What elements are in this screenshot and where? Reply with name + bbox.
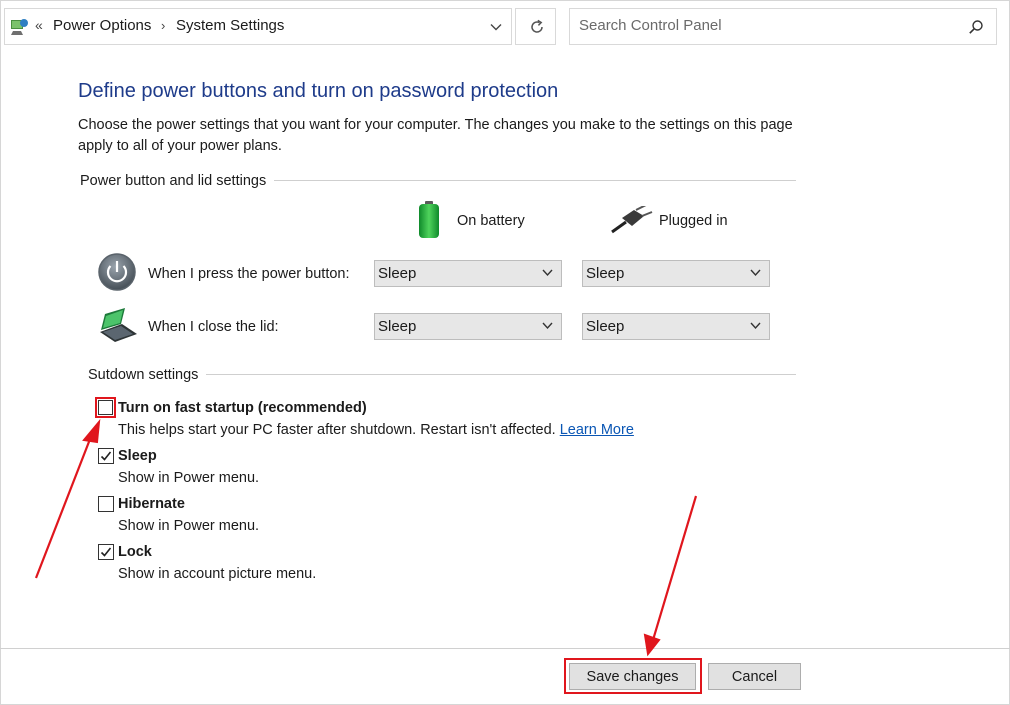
refresh-icon: [531, 19, 543, 33]
power-button-plugged-select[interactable]: Sleep: [582, 260, 770, 287]
hibernate-checkbox[interactable]: [98, 496, 114, 512]
chevron-down-icon: [750, 322, 761, 330]
chevron-down-icon: [542, 269, 553, 277]
control-panel-icon: [11, 19, 28, 35]
hibernate-label[interactable]: Hibernate: [118, 496, 185, 512]
fast-startup-checkbox[interactable]: [98, 400, 113, 415]
close-lid-plugged-value: Sleep: [586, 318, 625, 335]
sleep-label[interactable]: Sleep: [118, 448, 157, 464]
checkmark-icon: [100, 547, 112, 557]
fast-startup-description: This helps start your PC faster after sh…: [118, 422, 634, 438]
breadcrumb-power-options[interactable]: Power Options: [53, 17, 151, 34]
lock-label[interactable]: Lock: [118, 544, 152, 560]
shutdown-group-title: Sutdown settings: [88, 367, 207, 383]
power-button-label: When I press the power button:: [148, 266, 350, 282]
save-changes-button[interactable]: Save changes: [569, 663, 696, 690]
refresh-button[interactable]: [515, 8, 556, 45]
search-input[interactable]: [579, 17, 949, 34]
power-button-battery-select[interactable]: Sleep: [374, 260, 562, 287]
lock-description: Show in account picture menu.: [118, 566, 317, 582]
chevron-down-icon: [542, 322, 553, 330]
plug-icon: [611, 206, 653, 234]
close-lid-plugged-select[interactable]: Sleep: [582, 313, 770, 340]
sleep-description: Show in Power menu.: [118, 470, 260, 486]
close-lid-label: When I close the lid:: [148, 319, 279, 335]
laptop-lid-icon: [100, 308, 137, 342]
close-lid-battery-value: Sleep: [378, 318, 417, 335]
page-title: Define power buttons and turn on passwor…: [78, 80, 559, 102]
column-on-battery: On battery: [457, 213, 525, 229]
search-icon[interactable]: [968, 19, 984, 35]
power-button-group-title: Power button and lid settings: [80, 173, 275, 189]
breadcrumb-separator-icon[interactable]: ›: [161, 18, 165, 33]
page-description: Choose the power settings that you want …: [78, 117, 793, 154]
column-plugged-in: Plugged in: [659, 213, 728, 229]
lock-checkbox[interactable]: [98, 544, 114, 560]
power-button-icon: [98, 253, 136, 291]
chevron-down-icon[interactable]: [489, 20, 503, 34]
learn-more-link[interactable]: Learn More: [560, 422, 634, 438]
chevron-down-icon: [750, 269, 761, 277]
overflow-chevron-icon[interactable]: «: [35, 17, 43, 33]
hibernate-description: Show in Power menu.: [118, 518, 260, 534]
sleep-checkbox[interactable]: [98, 448, 114, 464]
battery-icon: [419, 201, 439, 238]
footer-divider: [0, 648, 1010, 649]
search-box[interactable]: [569, 8, 997, 45]
power-button-plugged-value: Sleep: [586, 265, 625, 282]
breadcrumb-system-settings[interactable]: System Settings: [176, 17, 284, 34]
address-bar[interactable]: « Power Options › System Settings: [4, 8, 512, 45]
power-button-battery-value: Sleep: [378, 265, 417, 282]
cancel-button[interactable]: Cancel: [708, 663, 801, 690]
checkmark-icon: [100, 451, 112, 461]
window-frame: [0, 0, 1010, 705]
fast-startup-label[interactable]: Turn on fast startup (recommended): [118, 400, 367, 416]
close-lid-battery-select[interactable]: Sleep: [374, 313, 562, 340]
